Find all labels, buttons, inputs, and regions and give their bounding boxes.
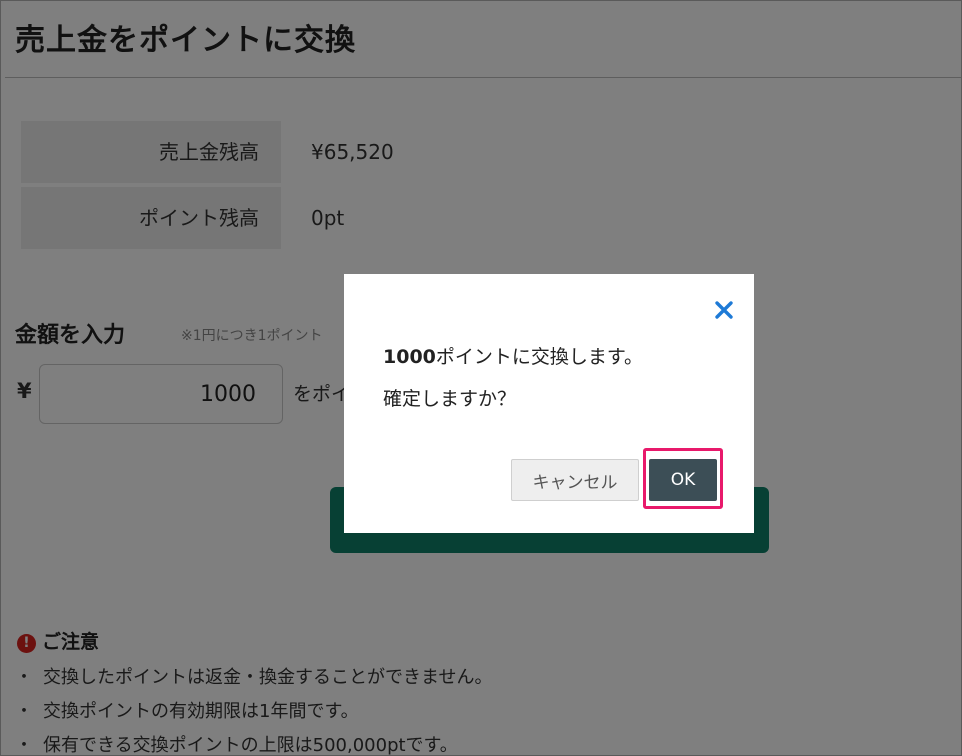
close-icon <box>715 301 733 319</box>
close-button[interactable] <box>712 298 736 322</box>
confirm-message: 1000ポイントに交換します。 <box>383 342 643 369</box>
ok-button[interactable]: OK <box>649 459 717 501</box>
confirm-amount: 1000 <box>383 346 436 368</box>
confirm-question: 確定しますか？ <box>383 388 517 410</box>
confirm-message-text: ポイントに交換します。 <box>435 346 643 368</box>
cancel-button[interactable]: キャンセル <box>511 459 639 501</box>
confirm-dialog: 1000ポイントに交換します。 確定しますか？ キャンセル OK <box>344 274 754 533</box>
